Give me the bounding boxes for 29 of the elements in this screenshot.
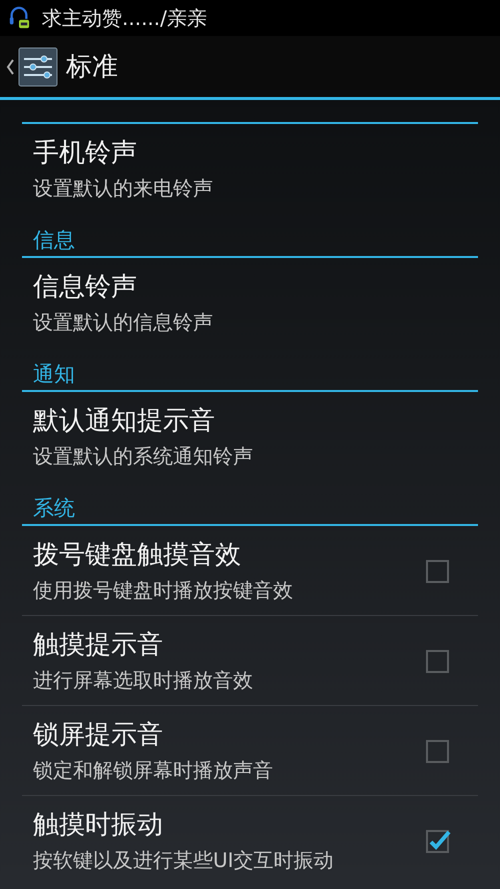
- preference-summary: 使用拨号键盘时播放按键音效: [33, 576, 293, 604]
- preference-row[interactable]: 信息铃声 设置默认的信息铃声: [0, 258, 500, 347]
- preference-title: 触摸时振动: [33, 809, 163, 842]
- preference-row[interactable]: 默认通知提示音 设置默认的系统通知铃声: [0, 392, 500, 481]
- sliders-icon[interactable]: [18, 46, 58, 86]
- preference-summary: 设置默认的来电铃声: [33, 174, 213, 202]
- preference-row[interactable]: 触摸提示音 进行屏幕选取时播放音效: [22, 616, 478, 706]
- preference-summary: 设置默认的系统通知铃声: [33, 442, 253, 470]
- screen-title: 标准: [66, 51, 118, 84]
- section-header: 系统: [33, 495, 75, 522]
- preference-title: 触摸提示音: [33, 628, 163, 662]
- preference-row[interactable]: 触摸时振动 按软键以及进行某些UI交互时振动: [22, 796, 478, 886]
- section-header: 信息: [33, 227, 75, 254]
- preference-title: 锁屏提示音: [33, 718, 163, 752]
- preference-title: 默认通知提示音: [33, 404, 215, 438]
- preference-row[interactable]: 手机铃声 设置默认的来电铃声: [0, 124, 500, 213]
- preference-summary: 锁定和解锁屏幕时播放声音: [33, 756, 273, 784]
- back-icon[interactable]: [6, 58, 14, 74]
- preference-summary: 设置默认的信息铃声: [33, 308, 213, 336]
- notification-text: 求主动赞....../亲亲: [42, 4, 207, 32]
- preference-title: 拨号键盘触摸音效: [33, 538, 241, 572]
- section-header: 通知: [33, 361, 75, 388]
- preference-summary: 按软键以及进行某些UI交互时振动: [33, 847, 334, 874]
- preference-row[interactable]: 拨号键盘触摸音效 使用拨号键盘时播放按键音效: [22, 526, 478, 616]
- preference-summary: 进行屏幕选取时播放音效: [33, 666, 253, 694]
- headset-icon: [8, 6, 30, 30]
- preference-title: 手机铃声: [33, 136, 137, 170]
- preference-row[interactable]: 锁屏提示音 锁定和解锁屏幕时播放声音: [22, 706, 478, 796]
- preference-title: 信息铃声: [33, 270, 137, 304]
